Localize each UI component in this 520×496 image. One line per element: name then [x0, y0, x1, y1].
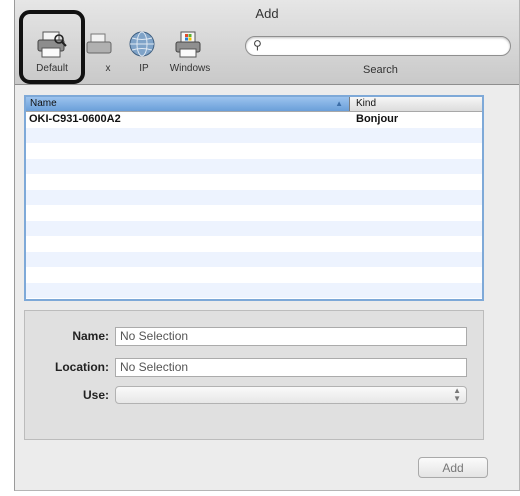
search-input[interactable]: ⚲	[245, 36, 511, 56]
printer-kind-cell: Bonjour	[356, 113, 399, 125]
printer-name-cell: OKI-C931-0600A2	[29, 113, 121, 125]
printer-list[interactable]: Name ▲ Kind OKI-C931-0600A2 Bonjour	[24, 95, 484, 301]
table-row-empty	[26, 267, 482, 283]
table-row-empty	[26, 143, 482, 159]
search-area: ⚲	[245, 36, 513, 56]
up-down-arrows-icon: ▲ ▼	[453, 386, 461, 403]
fax-icon	[86, 33, 112, 54]
column-name-label: Name	[30, 98, 57, 109]
window-title: Add	[255, 6, 279, 21]
table-row-empty	[26, 298, 482, 299]
add-button[interactable]: Add	[418, 457, 488, 478]
table-row-empty	[26, 251, 482, 267]
table-row-empty	[26, 127, 482, 143]
location-field[interactable]: No Selection	[115, 358, 467, 377]
table-row-empty	[26, 220, 482, 236]
table-row-empty	[26, 236, 482, 252]
table-row[interactable]: OKI-C931-0600A2 Bonjour	[26, 112, 482, 128]
table-row-empty	[26, 282, 482, 298]
printer-details-panel: Name: No Selection Location: No Selectio…	[24, 310, 484, 440]
list-header: Name ▲ Kind	[26, 97, 482, 112]
use-label: Use:	[82, 388, 109, 402]
toolbar-windows-button[interactable]: Windows	[165, 26, 215, 78]
location-label: Location:	[55, 360, 109, 374]
toolbar-windows-label: Windows	[169, 63, 211, 74]
highlight-annotation-box	[19, 10, 85, 84]
search-icon: ⚲	[253, 38, 262, 52]
table-row-empty	[26, 158, 482, 174]
globe-icon	[129, 31, 155, 57]
table-row-empty	[26, 174, 482, 190]
toolbar: Add Default x IP Windows ⚲ Search	[15, 0, 519, 85]
name-field[interactable]: No Selection	[115, 327, 467, 346]
windows-printer-icon	[175, 31, 201, 58]
column-header-name[interactable]: Name ▲	[26, 97, 350, 111]
use-select[interactable]: ▲ ▼	[115, 386, 467, 404]
list-rows: OKI-C931-0600A2 Bonjour	[26, 112, 482, 299]
column-header-kind[interactable]: Kind	[352, 97, 376, 111]
name-label: Name:	[72, 329, 109, 343]
sort-ascending-icon: ▲	[335, 99, 343, 108]
table-row-empty	[26, 205, 482, 221]
search-label: Search	[363, 64, 398, 76]
table-row-empty	[26, 189, 482, 205]
